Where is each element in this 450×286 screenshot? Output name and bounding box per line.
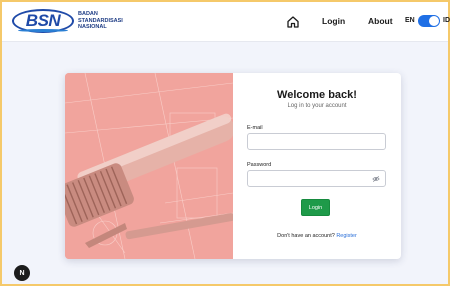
- toggle-knob: [429, 16, 439, 26]
- register-prompt: Don't have an account? Register: [233, 233, 401, 239]
- welcome-title: Welcome back!: [277, 89, 357, 101]
- register-prompt-text: Don't have an account?: [277, 233, 335, 239]
- bsn-logo-subtitle: BADAN STANDARDISASI NASIONAL: [78, 11, 123, 31]
- blueprint-illustration: [65, 73, 233, 259]
- register-link[interactable]: Register: [336, 233, 356, 239]
- bsn-logo-mark: BSN: [12, 9, 74, 33]
- language-toggle[interactable]: [418, 15, 440, 27]
- login-form: Welcome back! Log in to your account E-m…: [233, 73, 401, 259]
- blueprint-image: [65, 73, 233, 259]
- email-label: E-mail: [247, 125, 263, 131]
- login-card: Welcome back! Log in to your account E-m…: [65, 73, 401, 259]
- nav-about-link[interactable]: About: [368, 16, 393, 26]
- floating-n-badge[interactable]: N: [14, 265, 30, 281]
- bsn-logo[interactable]: BSN BADAN STANDARDISASI NASIONAL: [12, 9, 123, 33]
- lang-id-label: ID: [443, 17, 450, 24]
- login-button[interactable]: Login: [301, 199, 330, 216]
- nav-login-link[interactable]: Login: [322, 16, 345, 26]
- top-navbar: BSN BADAN STANDARDISASI NASIONAL Login A…: [2, 2, 450, 42]
- welcome-subtitle: Log in to your account: [287, 103, 347, 109]
- home-icon[interactable]: [286, 15, 300, 29]
- eye-off-icon[interactable]: [372, 175, 380, 183]
- password-field[interactable]: [247, 170, 386, 187]
- email-field[interactable]: [247, 133, 386, 150]
- password-label: Password: [247, 162, 272, 168]
- logo-subtitle-line: NASIONAL: [78, 24, 107, 31]
- lang-en-label: EN: [405, 17, 415, 24]
